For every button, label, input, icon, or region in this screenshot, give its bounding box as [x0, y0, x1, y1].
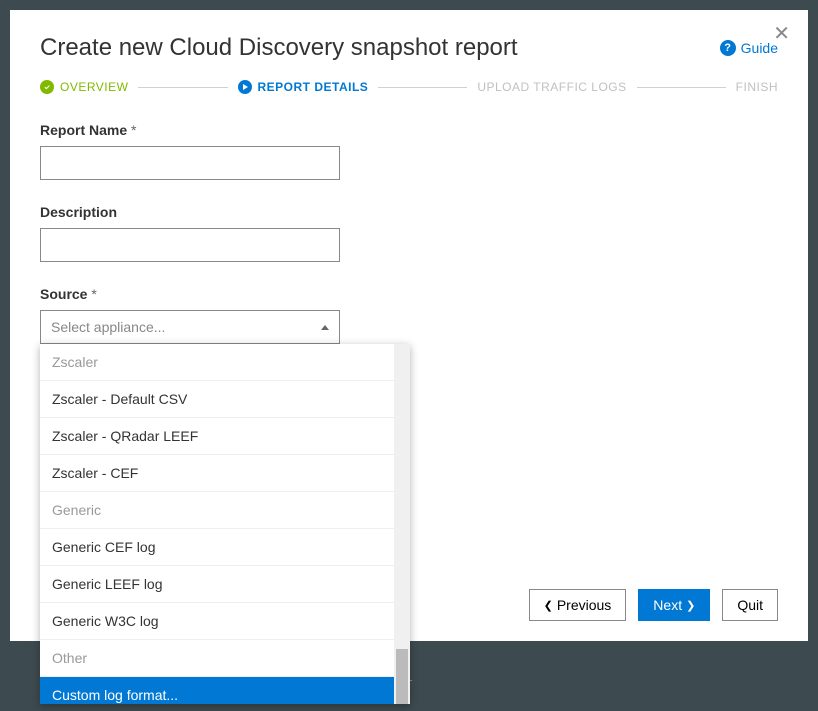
modal-title: Create new Cloud Discovery snapshot repo… [40, 34, 518, 62]
source-dropdown: Zscaler Zscaler - Default CSV Zscaler - … [40, 344, 410, 704]
report-name-field-group: Report Name * [40, 122, 778, 180]
dropdown-group-other: Other [40, 640, 394, 677]
chevron-up-icon [321, 325, 329, 330]
help-icon: ? [720, 40, 736, 56]
check-icon [40, 80, 54, 94]
wizard-stepper: OVERVIEW REPORT DETAILS UPLOAD TRAFFIC L… [40, 80, 778, 94]
dropdown-item[interactable]: Generic LEEF log [40, 566, 394, 603]
scrollbar-thumb[interactable] [396, 649, 408, 704]
source-placeholder: Select appliance... [51, 319, 165, 335]
modal-footer: ❮ Previous Next ❯ Quit [529, 589, 778, 621]
description-input[interactable] [40, 228, 340, 262]
step-divider [378, 87, 467, 88]
dropdown-scrollbar[interactable] [394, 344, 410, 704]
dropdown-item[interactable]: Zscaler - QRadar LEEF [40, 418, 394, 455]
dropdown-item[interactable]: Zscaler - CEF [40, 455, 394, 492]
step-divider [138, 87, 227, 88]
step-upload-logs: UPLOAD TRAFFIC LOGS [477, 80, 626, 94]
chevron-left-icon: ❮ [544, 599, 553, 612]
dropdown-item[interactable]: Generic CEF log [40, 529, 394, 566]
close-icon[interactable]: ✕ [773, 24, 790, 44]
source-label: Source * [40, 286, 778, 302]
guide-link[interactable]: ? Guide [720, 40, 778, 56]
report-name-label: Report Name * [40, 122, 778, 138]
next-button[interactable]: Next ❯ [638, 589, 710, 621]
dropdown-item[interactable]: Generic W3C log [40, 603, 394, 640]
dropdown-item[interactable]: Zscaler - Default CSV [40, 381, 394, 418]
create-snapshot-modal: ✕ Create new Cloud Discovery snapshot re… [10, 10, 808, 641]
step-divider [637, 87, 726, 88]
quit-button[interactable]: Quit [722, 589, 778, 621]
dropdown-group-generic: Generic [40, 492, 394, 529]
report-name-input[interactable] [40, 146, 340, 180]
description-label: Description [40, 204, 778, 220]
chevron-right-icon: ❯ [686, 599, 695, 612]
dropdown-group-zscaler: Zscaler [40, 344, 394, 381]
step-overview[interactable]: OVERVIEW [40, 80, 128, 94]
play-icon [238, 80, 252, 94]
step-finish: FINISH [736, 80, 778, 94]
source-select[interactable]: Select appliance... [40, 310, 340, 344]
previous-button[interactable]: ❮ Previous [529, 589, 627, 621]
dropdown-item-custom-log[interactable]: Custom log format... [40, 677, 394, 704]
source-field-group: Source * Select appliance... Zscaler Zsc… [40, 286, 778, 344]
step-report-details[interactable]: REPORT DETAILS [238, 80, 369, 94]
description-field-group: Description [40, 204, 778, 262]
